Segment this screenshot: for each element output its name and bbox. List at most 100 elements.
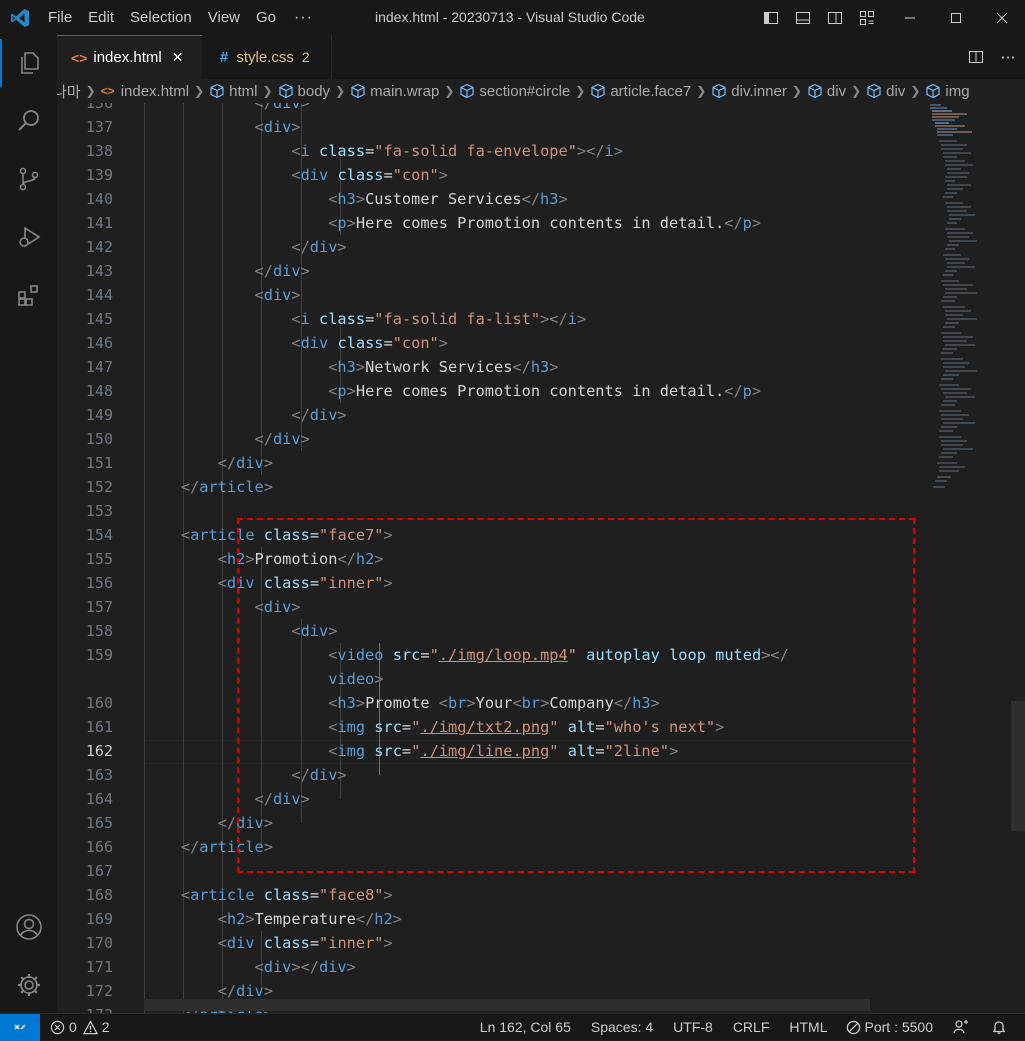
cube-icon <box>210 83 224 99</box>
line-number: 167 <box>85 862 113 880</box>
indentation-setting[interactable]: Spaces: 4 <box>591 1019 653 1035</box>
error-count: 0 <box>69 1019 77 1035</box>
account-icon[interactable] <box>0 903 57 951</box>
breadcrumb-label: img <box>945 82 970 100</box>
menu-view[interactable]: View <box>200 0 248 35</box>
toggle-panel-icon[interactable] <box>791 0 815 35</box>
code-line: </div> <box>254 262 310 280</box>
source-control-icon[interactable] <box>0 155 57 203</box>
chevron-right-icon: ❯ <box>335 84 346 98</box>
vertical-scrollbar[interactable] <box>1011 701 1025 831</box>
remote-indicator-icon[interactable] <box>0 1013 40 1041</box>
explorer-icon[interactable] <box>0 39 57 87</box>
menu-edit[interactable]: Edit <box>80 0 122 35</box>
minimap[interactable] <box>927 103 1017 1013</box>
search-icon[interactable] <box>0 97 57 145</box>
warning-icon <box>82 1019 98 1034</box>
breadcrumb-symbol[interactable]: section#circle <box>459 83 570 100</box>
encoding-setting[interactable]: UTF-8 <box>673 1019 713 1035</box>
vscode-logo-icon <box>0 0 40 35</box>
extensions-icon[interactable] <box>0 271 57 319</box>
line-number: 137 <box>85 118 113 136</box>
breadcrumb-symbol[interactable]: article.face7 <box>590 83 691 100</box>
line-number: 156 <box>85 574 113 592</box>
menu-go[interactable]: Go <box>248 0 284 35</box>
line-number: 136 <box>85 103 113 112</box>
breadcrumb-symbol[interactable]: img <box>925 82 970 100</box>
line-number: 148 <box>85 382 113 400</box>
code-line: </div> <box>291 238 347 256</box>
line-number: 173 <box>57 1003 113 1013</box>
breadcrumb-file[interactable]: <> index.html <box>101 83 189 100</box>
line-number: 170 <box>85 934 113 952</box>
accounts-feedback-icon[interactable] <box>953 1019 969 1035</box>
code-line: <h3>Customer Services</h3> <box>328 190 568 208</box>
cube-icon <box>808 83 822 99</box>
toggle-secondary-sidebar-icon[interactable] <box>823 0 847 35</box>
notifications-bell-icon[interactable] <box>991 1019 1007 1035</box>
close-window-icon[interactable] <box>979 0 1025 35</box>
line-number: 147 <box>85 358 113 376</box>
line-number: 149 <box>85 406 113 424</box>
menu-file[interactable]: File <box>40 0 80 35</box>
minimize-icon[interactable] <box>887 0 933 35</box>
editor-tab-bar: <> index.html ✕ # style.css 2 ··· <box>57 35 1025 79</box>
language-mode[interactable]: HTML <box>789 1019 827 1035</box>
tab-style-css[interactable]: # style.css 2 <box>202 35 332 79</box>
line-number: 159 <box>85 646 113 664</box>
split-editor-icon[interactable] <box>961 35 991 79</box>
breadcrumb-symbol[interactable]: div <box>807 83 846 100</box>
code-editor[interactable]: 136 137 138 139 140 141 142 143 144 145 … <box>57 103 1025 1013</box>
line-number: 161 <box>85 718 113 736</box>
no-entry-icon <box>846 1020 860 1034</box>
cube-icon <box>278 83 293 99</box>
line-number: 141 <box>85 214 113 232</box>
chevron-right-icon: ❯ <box>262 84 273 98</box>
line-number: 143 <box>85 262 113 280</box>
code-line: <h2>Temperature</h2> <box>217 910 402 928</box>
cube-icon <box>460 83 474 99</box>
code-line: <h3>Network Services</h3> <box>328 358 559 376</box>
chevron-right-icon: ❯ <box>851 84 862 98</box>
cube-icon <box>591 83 605 99</box>
run-debug-icon[interactable] <box>0 213 57 261</box>
close-tab-icon[interactable]: ✕ <box>172 49 184 66</box>
chevron-right-icon: ❯ <box>194 84 205 98</box>
tab-label: index.html <box>93 49 162 66</box>
activity-bar <box>0 35 57 1013</box>
annotation-highlight-box <box>237 518 915 873</box>
line-number: 144 <box>85 286 113 304</box>
line-number: 153 <box>85 502 113 520</box>
live-server-port[interactable]: Port : 5500 <box>846 1019 933 1035</box>
html-file-icon: <> <box>100 84 115 98</box>
problems-indicator[interactable]: 0 2 <box>50 1019 110 1035</box>
code-line: </article> <box>180 478 273 496</box>
line-number: 160 <box>85 694 113 712</box>
line-number: 165 <box>85 814 113 832</box>
line-number: 157 <box>85 598 113 616</box>
breadcrumb-symbol[interactable]: main.wrap <box>350 83 439 100</box>
code-line: <i class="fa-solid fa-list"></i> <box>291 310 587 328</box>
status-bar: 0 2 Ln 162, Col 65 Spaces: 4 UTF-8 CRLF … <box>0 1013 1025 1041</box>
toggle-primary-sidebar-icon[interactable] <box>759 0 783 35</box>
menu-more-button[interactable]: ··· <box>284 0 323 35</box>
line-number: 142 <box>85 238 113 256</box>
line-number: 140 <box>85 190 113 208</box>
menu-selection[interactable]: Selection <box>122 0 200 35</box>
maximize-icon[interactable] <box>933 0 979 35</box>
eol-setting[interactable]: CRLF <box>733 1019 770 1035</box>
breadcrumb-root[interactable]: 나마 <box>57 81 81 102</box>
customize-layout-icon[interactable] <box>855 0 879 35</box>
breadcrumb-symbol[interactable]: div.inner <box>711 83 787 100</box>
breadcrumb-symbol[interactable]: html <box>209 83 257 100</box>
breadcrumb-symbol[interactable]: div <box>866 83 905 100</box>
breadcrumb-label: index.html <box>120 82 190 100</box>
horizontal-scrollbar[interactable] <box>144 999 870 1011</box>
settings-gear-icon[interactable] <box>0 961 57 1009</box>
line-number: 138 <box>85 142 113 160</box>
more-actions-icon[interactable]: ··· <box>991 35 1025 79</box>
breadcrumb-symbol[interactable]: body <box>278 83 330 100</box>
cursor-position[interactable]: Ln 162, Col 65 <box>480 1019 571 1035</box>
breadcrumb-label: div <box>886 82 906 100</box>
tab-index-html[interactable]: <> index.html ✕ <box>57 35 202 79</box>
